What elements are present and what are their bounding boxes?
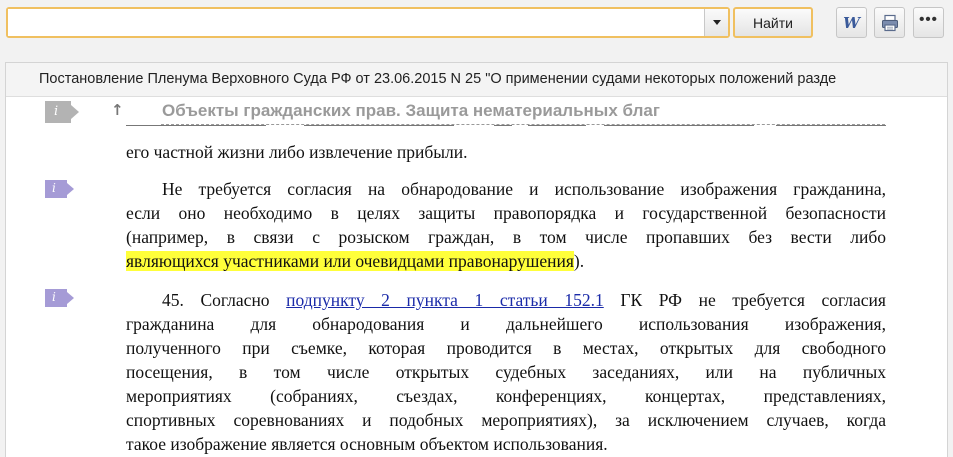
paragraph-continuation: его частной жизни либо извлечение прибыл… bbox=[126, 140, 886, 164]
section-info-marker[interactable]: i bbox=[45, 101, 79, 123]
document-title-bar: Постановление Пленума Верховного Суда РФ… bbox=[6, 63, 947, 97]
ellipsis-icon: ••• bbox=[919, 11, 938, 28]
export-to-word-button[interactable]: W bbox=[836, 7, 867, 38]
info-icon: i bbox=[54, 104, 59, 119]
paragraph-line: гражданина для обнародования и дальнейше… bbox=[126, 314, 886, 334]
highlighted-text: являющихся участниками или очевидцами пр… bbox=[126, 251, 574, 271]
paragraph: 45. Согласно подпункту 2 пункта 1 статьи… bbox=[126, 288, 886, 456]
paragraph-line: его частной жизни либо извлечение прибыл… bbox=[126, 142, 468, 162]
paragraph-line: полученного при съемке, которая проводит… bbox=[126, 338, 886, 358]
text-end: ГК РФ не требуется согласия bbox=[603, 290, 886, 310]
paragraph-line: спортивных соревнованиях и подобных меро… bbox=[126, 410, 886, 430]
paragraph-line: являющихся участниками или очевидцами пр… bbox=[126, 249, 886, 273]
print-icon bbox=[881, 14, 898, 31]
find-button[interactable]: Найти bbox=[733, 7, 813, 38]
paragraph-info-marker[interactable]: i bbox=[45, 289, 75, 307]
more-options-button[interactable]: ••• bbox=[913, 7, 944, 38]
article-link[interactable]: подпункту 2 пункта 1 статьи 152.1 bbox=[286, 290, 604, 310]
document-panel: Постановление Пленума Верховного Суда РФ… bbox=[5, 62, 948, 457]
paragraph-line: если оно необходимо в целях защиты право… bbox=[126, 203, 886, 223]
paragraph-line: (например, в связи с розыском граждан, в… bbox=[126, 227, 886, 247]
info-icon: i bbox=[52, 181, 56, 195]
info-icon: i bbox=[52, 290, 56, 304]
section-title[interactable]: Объекты гражданских прав. Защита нематер… bbox=[162, 101, 660, 121]
paragraph-line: посещения, в том числе открытых судебных… bbox=[126, 362, 886, 382]
section-divider bbox=[161, 124, 885, 125]
search-box bbox=[6, 7, 730, 38]
text-start: 45. Согласно bbox=[162, 290, 287, 310]
arrow-up-icon[interactable]: ↑ bbox=[111, 101, 124, 119]
word-icon: W bbox=[843, 13, 860, 32]
paragraph-line: 45. Согласно подпункту 2 пункта 1 статьи… bbox=[126, 288, 886, 312]
paragraph-info-marker[interactable]: i bbox=[45, 180, 75, 198]
toolbar: Найти W ••• bbox=[0, 0, 953, 62]
print-button[interactable] bbox=[874, 7, 905, 38]
paragraph-line: такое изображение является основным объе… bbox=[126, 434, 608, 454]
paragraph: Не требуется согласия на обнародование и… bbox=[126, 177, 886, 273]
document-title[interactable]: Постановление Пленума Верховного Суда РФ… bbox=[39, 71, 944, 87]
search-history-dropdown-button[interactable] bbox=[704, 9, 728, 36]
chevron-down-icon bbox=[712, 20, 721, 25]
paragraph-line: мероприятиях (собраниях, съездах, конфер… bbox=[126, 386, 886, 406]
section-header: i ↑ Объекты гражданских прав. Защита нем… bbox=[6, 97, 947, 125]
search-input[interactable] bbox=[8, 9, 704, 36]
text-tail: ). bbox=[573, 251, 585, 271]
paragraph-line: Не требуется согласия на обнародование и… bbox=[162, 179, 886, 199]
